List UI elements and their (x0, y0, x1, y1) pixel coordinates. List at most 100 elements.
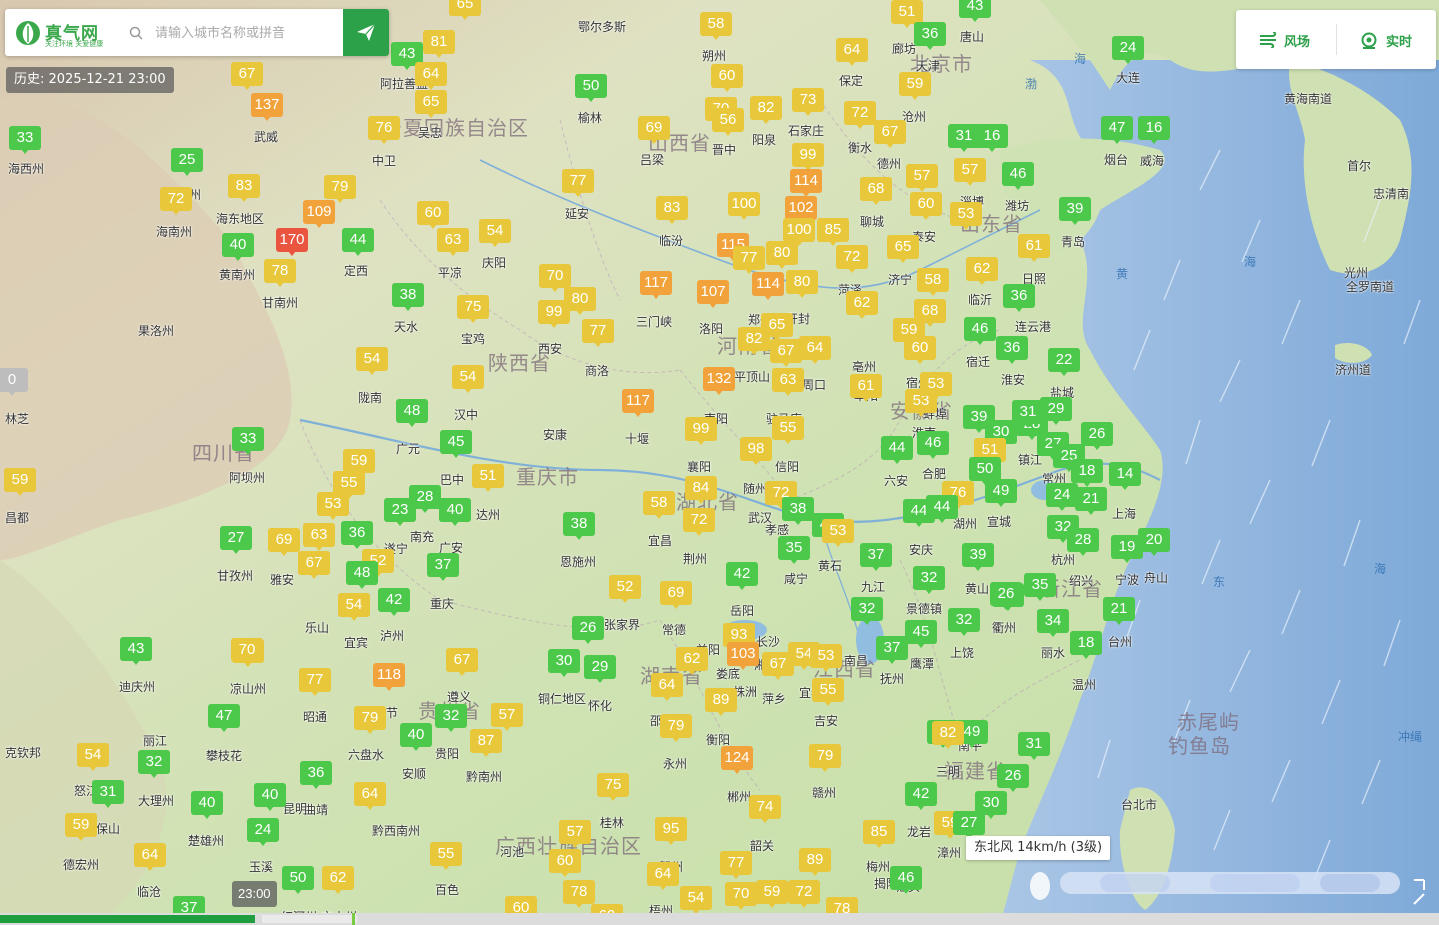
aqi-marker[interactable]: 84 (685, 476, 717, 504)
aqi-marker[interactable]: 47 (208, 704, 240, 732)
aqi-marker[interactable]: 0 (0, 368, 28, 396)
aqi-marker[interactable]: 29 (1040, 397, 1072, 425)
aqi-marker[interactable]: 67 (298, 551, 330, 579)
aqi-marker[interactable]: 69 (268, 528, 300, 556)
aqi-marker[interactable]: 64 (415, 62, 447, 90)
aqi-marker[interactable]: 40 (191, 791, 223, 819)
aqi-marker[interactable]: 16 (1138, 116, 1170, 144)
aqi-marker[interactable]: 46 (890, 866, 922, 894)
aqi-marker[interactable]: 72 (836, 245, 868, 273)
aqi-marker[interactable]: 54 (479, 219, 511, 247)
aqi-marker[interactable]: 40 (400, 723, 432, 751)
aqi-marker[interactable]: 53 (822, 519, 854, 547)
aqi-marker[interactable]: 31 (1018, 732, 1050, 760)
aqi-marker[interactable]: 36 (341, 521, 373, 549)
aqi-marker[interactable]: 132 (703, 367, 735, 395)
aqi-marker[interactable]: 27 (220, 526, 252, 554)
aqi-marker[interactable]: 82 (932, 721, 964, 749)
aqi-marker[interactable]: 64 (836, 38, 868, 66)
aqi-marker[interactable]: 44 (881, 436, 913, 464)
aqi-marker[interactable]: 69 (660, 581, 692, 609)
aqi-marker[interactable]: 62 (676, 647, 708, 675)
aqi-marker[interactable]: 81 (423, 30, 455, 58)
aqi-marker[interactable]: 99 (685, 417, 717, 445)
aqi-marker[interactable]: 72 (788, 880, 820, 908)
aqi-marker[interactable]: 46 (917, 431, 949, 459)
aqi-marker[interactable]: 83 (656, 196, 688, 224)
aqi-marker[interactable]: 72 (683, 508, 715, 536)
aqi-marker[interactable]: 95 (655, 817, 687, 845)
aqi-marker[interactable]: 26 (572, 616, 604, 644)
aqi-marker[interactable]: 32 (138, 750, 170, 778)
aqi-marker[interactable]: 72 (160, 187, 192, 215)
aqi-marker[interactable]: 77 (562, 169, 594, 197)
aqi-marker[interactable]: 32 (851, 597, 883, 625)
aqi-marker[interactable]: 20 (1138, 528, 1170, 556)
aqi-marker[interactable]: 82 (750, 96, 782, 124)
aqi-marker[interactable]: 67 (874, 120, 906, 148)
aqi-marker[interactable]: 77 (720, 851, 752, 879)
aqi-marker[interactable]: 59 (899, 72, 931, 100)
aqi-marker[interactable]: 80 (786, 270, 818, 298)
aqi-marker[interactable]: 53 (920, 372, 952, 400)
aqi-marker[interactable]: 80 (564, 287, 596, 315)
aqi-marker[interactable]: 55 (430, 842, 462, 870)
aqi-marker[interactable]: 27 (953, 811, 985, 839)
aqi-marker[interactable]: 79 (809, 744, 841, 772)
aqi-marker[interactable]: 62 (322, 866, 354, 894)
aqi-marker[interactable]: 28 (1067, 528, 1099, 556)
aqi-marker[interactable]: 23 (384, 498, 416, 526)
aqi-marker[interactable]: 103 (727, 642, 759, 670)
aqi-marker[interactable]: 50 (575, 74, 607, 102)
aqi-marker[interactable]: 62 (966, 257, 998, 285)
aqi-marker[interactable]: 31 (92, 780, 124, 808)
aqi-marker[interactable]: 58 (643, 491, 675, 519)
aqi-marker[interactable]: 63 (772, 368, 804, 396)
aqi-marker[interactable]: 109 (303, 200, 335, 228)
aqi-marker[interactable]: 44 (342, 228, 374, 256)
aqi-marker[interactable]: 59 (65, 813, 97, 841)
aqi-marker[interactable]: 56 (712, 108, 744, 136)
aqi-marker[interactable]: 87 (470, 729, 502, 757)
aqi-marker[interactable]: 55 (772, 416, 804, 444)
aqi-marker[interactable]: 137 (251, 93, 283, 121)
aqi-marker[interactable]: 57 (906, 164, 938, 192)
aqi-marker[interactable]: 39 (1059, 197, 1091, 225)
aqi-marker[interactable]: 46 (964, 317, 996, 345)
aqi-marker[interactable]: 43 (120, 637, 152, 665)
aqi-marker[interactable]: 77 (582, 319, 614, 347)
aqi-marker[interactable]: 34 (1037, 609, 1069, 637)
aqi-marker[interactable]: 36 (1003, 284, 1035, 312)
aqi-marker[interactable]: 117 (640, 271, 672, 299)
aqi-marker[interactable]: 75 (597, 773, 629, 801)
aqi-marker[interactable]: 67 (446, 648, 478, 676)
aqi-marker[interactable]: 21 (1075, 487, 1107, 515)
aqi-marker[interactable]: 60 (417, 201, 449, 229)
aqi-marker[interactable]: 114 (790, 169, 822, 197)
aqi-marker[interactable]: 170 (276, 228, 308, 256)
aqi-marker[interactable]: 74 (749, 795, 781, 823)
aqi-marker[interactable]: 24 (1112, 36, 1144, 64)
aqi-marker[interactable]: 61 (850, 374, 882, 402)
aqi-marker[interactable]: 65 (449, 0, 481, 20)
aqi-marker[interactable]: 48 (346, 561, 378, 589)
aqi-marker[interactable]: 60 (910, 192, 942, 220)
aqi-marker[interactable]: 114 (752, 272, 784, 300)
aqi-marker[interactable]: 42 (905, 782, 937, 810)
aqi-marker[interactable]: 79 (354, 706, 386, 734)
aqi-marker[interactable]: 55 (812, 678, 844, 706)
city-search-input[interactable] (153, 21, 342, 45)
aqi-marker[interactable]: 38 (563, 512, 595, 540)
aqi-marker[interactable]: 54 (680, 886, 712, 914)
aqi-marker[interactable]: 29 (584, 655, 616, 683)
aqi-marker[interactable]: 53 (950, 202, 982, 230)
aqi-marker[interactable]: 49 (985, 479, 1017, 507)
aqi-marker[interactable]: 63 (437, 228, 469, 256)
aqi-marker[interactable]: 22 (1048, 348, 1080, 376)
aqi-marker[interactable]: 67 (770, 339, 802, 367)
aqi-marker[interactable]: 14 (1109, 462, 1141, 490)
aqi-marker[interactable]: 67 (231, 62, 263, 90)
aqi-marker[interactable]: 89 (705, 688, 737, 716)
aqi-marker[interactable]: 35 (1024, 573, 1056, 601)
aqi-marker[interactable]: 58 (700, 12, 732, 40)
